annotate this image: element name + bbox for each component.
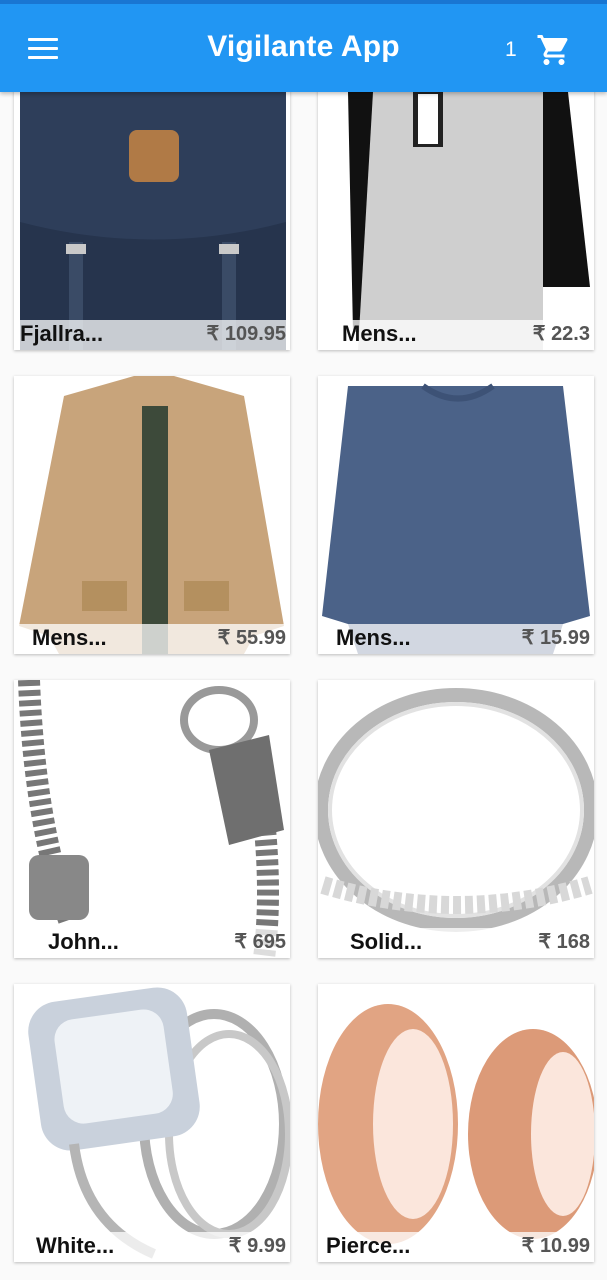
product-image-backpack (14, 72, 290, 350)
product-caption: Solid... ₹ 168 (318, 928, 594, 958)
product-price: ₹ 109.95 (206, 323, 286, 345)
product-image-tshirt (318, 72, 594, 350)
cart-count-badge: 1 (505, 38, 517, 61)
product-caption: Mens... ₹ 22.3 (318, 320, 594, 350)
app-bar: Vigilante App 1 (0, 0, 607, 92)
product-image-jacket (14, 376, 290, 654)
product-price: ₹ 695 (234, 931, 286, 953)
product-name: White... (36, 1233, 115, 1258)
product-card[interactable]: Fjallra... ₹ 109.95 (14, 72, 290, 350)
product-card[interactable]: Mens... ₹ 22.3 (318, 72, 594, 350)
product-price: ₹ 10.99 (521, 1235, 590, 1257)
product-caption: Mens... ₹ 15.99 (318, 624, 594, 654)
product-caption: John... ₹ 695 (14, 928, 290, 958)
product-card[interactable]: Solid... ₹ 168 (318, 680, 594, 958)
product-price: ₹ 55.99 (217, 627, 286, 649)
product-name: Solid... (350, 929, 423, 954)
product-caption: Fjallra... ₹ 109.95 (14, 320, 290, 350)
product-caption: White... ₹ 9.99 (14, 1232, 290, 1262)
product-name: Mens... (336, 625, 411, 650)
product-image-plugs (318, 984, 594, 1262)
product-card[interactable]: Mens... ₹ 15.99 (318, 376, 594, 654)
product-price: ₹ 15.99 (521, 627, 590, 649)
product-card[interactable]: Mens... ₹ 55.99 (14, 376, 290, 654)
product-card[interactable]: John... ₹ 695 (14, 680, 290, 958)
product-image-longsleeve (318, 376, 594, 654)
product-name: Pierce... (326, 1233, 411, 1258)
product-caption: Mens... ₹ 55.99 (14, 624, 290, 654)
product-image-bracelet (14, 680, 290, 958)
shopping-cart-icon[interactable] (536, 32, 572, 68)
product-price: ₹ 9.99 (228, 1235, 286, 1257)
product-caption: Pierce... ₹ 10.99 (318, 1232, 594, 1262)
product-name: John... (48, 929, 119, 954)
product-card[interactable]: Pierce... ₹ 10.99 (318, 984, 594, 1262)
product-price: ₹ 168 (538, 931, 590, 953)
product-price: ₹ 22.3 (532, 323, 590, 345)
product-image-diamond-ring (14, 984, 290, 1262)
product-name: Mens... (342, 321, 417, 346)
product-name: Mens... (32, 625, 107, 650)
product-card[interactable]: White... ₹ 9.99 (14, 984, 290, 1262)
product-image-ring (318, 680, 594, 958)
product-name: Fjallra... (20, 321, 104, 346)
